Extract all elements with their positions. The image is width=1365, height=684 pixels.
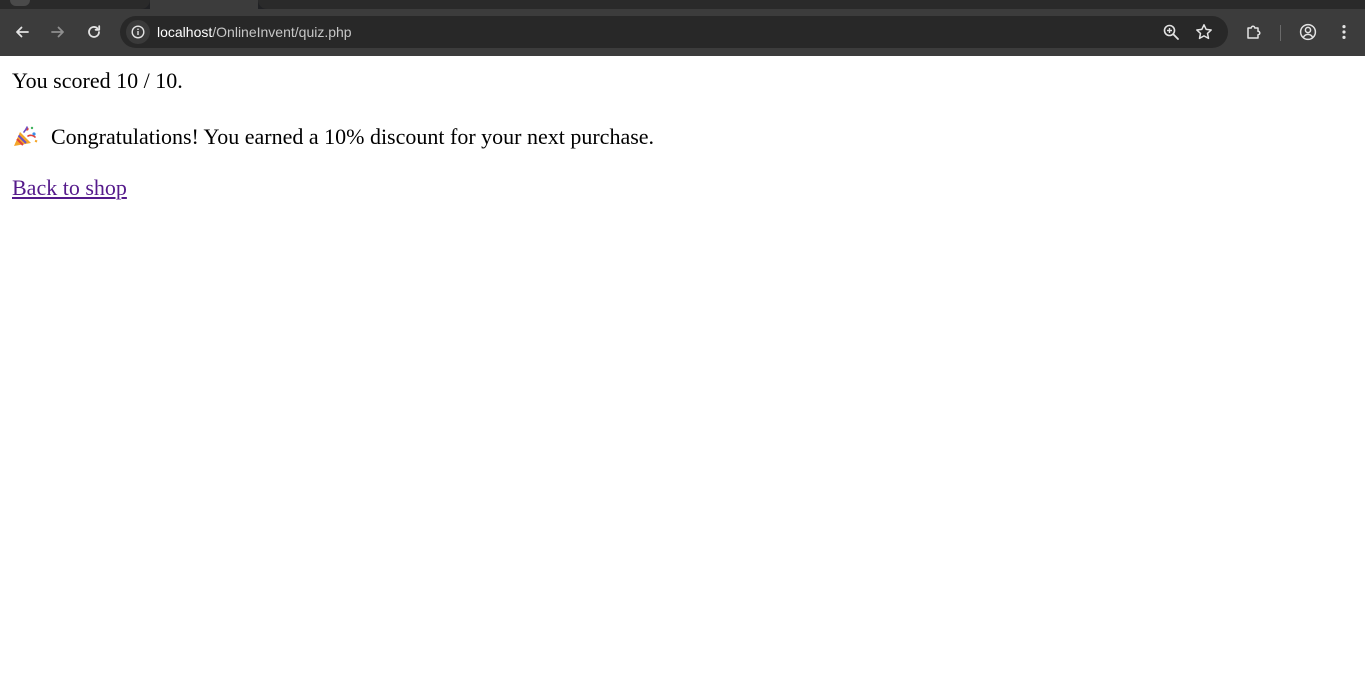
address-bar[interactable]: localhost/OnlineInvent/quiz.php [120, 16, 1228, 48]
zoom-button[interactable] [1161, 22, 1181, 42]
url-path: /OnlineInvent/quiz.php [212, 24, 352, 40]
score-text: You scored 10 / 10. [12, 68, 183, 93]
back-button[interactable] [8, 18, 36, 46]
url-host: localhost [157, 24, 213, 40]
tab-inactive-right[interactable] [258, 0, 1365, 9]
browser-toolbar: localhost/OnlineInvent/quiz.php [0, 9, 1365, 56]
profile-button[interactable] [1294, 18, 1322, 46]
zoom-icon [1163, 24, 1179, 40]
back-to-shop-link[interactable]: Back to shop [12, 175, 127, 201]
url-text[interactable]: localhost/OnlineInvent/quiz.php [157, 24, 352, 40]
bookmark-button[interactable] [1194, 22, 1214, 42]
toolbar-divider [1280, 25, 1281, 41]
browser-chrome: localhost/OnlineInvent/quiz.php [0, 0, 1365, 56]
profile-icon [1299, 23, 1317, 41]
info-icon [131, 25, 145, 39]
star-icon [1196, 24, 1212, 40]
arrow-left-icon [16, 26, 29, 38]
forward-button[interactable] [44, 18, 72, 46]
congrats-text: Congratulations! You earned a 10% discou… [51, 124, 655, 149]
site-info-button[interactable] [126, 20, 150, 44]
arrow-right-icon [51, 26, 64, 38]
reload-button[interactable] [80, 18, 108, 46]
kebab-menu-icon [1342, 25, 1346, 39]
tab-active[interactable] [150, 0, 258, 9]
tab-inactive[interactable] [0, 0, 150, 9]
browser-menu-button[interactable] [1330, 18, 1358, 46]
congrats-message: Congratulations! You earned a 10% discou… [12, 124, 654, 150]
reload-icon [88, 25, 101, 38]
tab-strip [0, 0, 1365, 9]
tab-favicon [10, 0, 30, 6]
party-popper-icon [14, 126, 38, 146]
puzzle-icon [1247, 25, 1261, 39]
extensions-button[interactable] [1240, 18, 1268, 46]
